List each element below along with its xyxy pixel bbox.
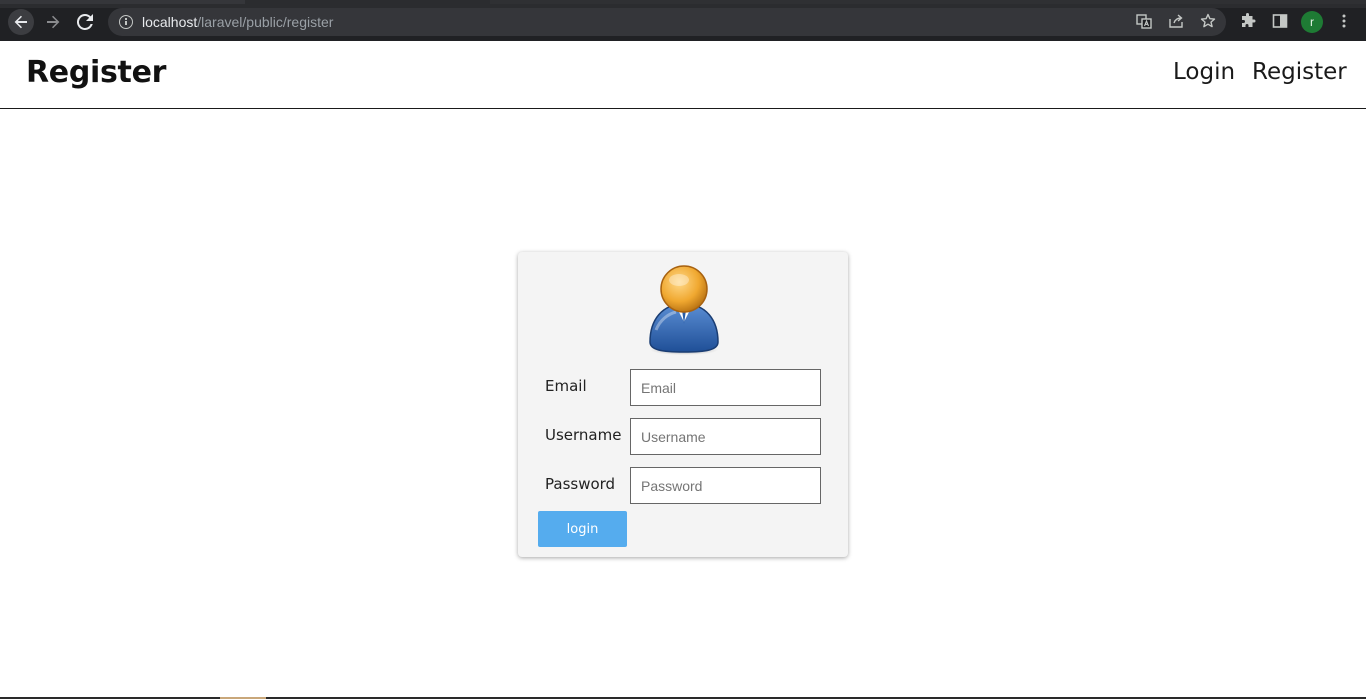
extensions-icon[interactable] [1240, 13, 1256, 29]
inactive-tab-edge[interactable] [490, 0, 1366, 4]
profile-avatar[interactable]: r [1301, 11, 1323, 33]
email-field[interactable] [630, 369, 821, 406]
active-tab-edge[interactable] [0, 0, 245, 4]
login-button[interactable]: login [538, 511, 627, 547]
translate-icon[interactable] [1136, 13, 1152, 29]
profile-initial: r [1310, 15, 1314, 29]
email-label: Email [545, 377, 587, 395]
forward-arrow-icon [47, 15, 60, 29]
url-path: /laravel/public/register [197, 14, 334, 30]
side-panel-icon[interactable] [1272, 13, 1288, 29]
tab-strip [0, 0, 1366, 8]
bookmark-star-icon[interactable] [1200, 13, 1216, 29]
site-header: Register Login Register [0, 41, 1366, 109]
browser-toolbar: localhost/laravel/public/register r [0, 0, 1366, 41]
register-card: Email Username Password login [518, 252, 848, 557]
menu-dots-icon[interactable] [1336, 13, 1352, 29]
username-row: Username [545, 418, 825, 455]
password-label: Password [545, 475, 616, 493]
info-icon[interactable] [119, 15, 133, 29]
back-button[interactable] [8, 9, 34, 35]
username-label: Username [545, 426, 622, 444]
username-field[interactable] [630, 418, 821, 455]
password-field[interactable] [630, 467, 821, 504]
forward-button[interactable] [40, 9, 66, 35]
nav-login-link[interactable]: Login [1173, 59, 1235, 85]
user-avatar-icon [649, 265, 719, 355]
email-row: Email [545, 369, 825, 406]
password-row: Password [545, 467, 825, 504]
reload-button[interactable] [72, 9, 98, 35]
nav-register-link[interactable]: Register [1252, 59, 1347, 85]
share-icon[interactable] [1168, 13, 1184, 29]
address-bar[interactable]: localhost/laravel/public/register [108, 8, 1226, 36]
url-host: localhost [142, 14, 198, 30]
page-title: Register [26, 55, 167, 90]
back-arrow-icon [14, 15, 27, 29]
reload-icon [77, 14, 93, 30]
url-text[interactable]: localhost/laravel/public/register [142, 14, 333, 30]
